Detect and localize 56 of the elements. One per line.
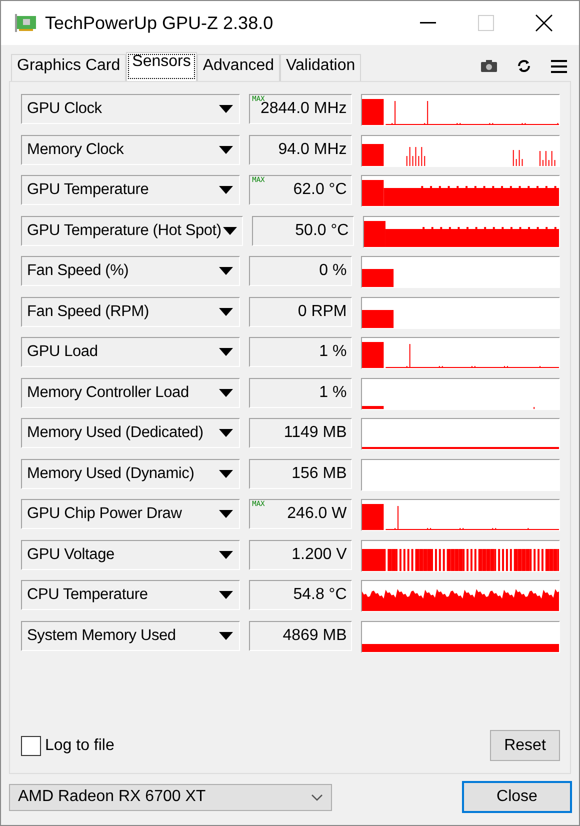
sensor-dropdown[interactable]: GPU Temperature (Hot Spot) xyxy=(21,216,243,246)
chevron-icon xyxy=(311,794,323,800)
sensor-dropdown[interactable]: Memory Clock xyxy=(21,134,240,164)
sensor-value: 1 % xyxy=(249,337,352,367)
sensor-dropdown[interactable]: GPU Load xyxy=(21,337,240,367)
caret-icon xyxy=(219,510,234,518)
tab[interactable]: Validation xyxy=(280,54,362,81)
sensor-value: 1 % xyxy=(249,378,352,408)
sensor-dropdown[interactable]: Fan Speed (RPM) xyxy=(21,296,240,326)
sensor-dropdown[interactable]: Memory Controller Load xyxy=(21,378,240,408)
sensor-value: 50.0 °C xyxy=(252,216,354,246)
graphics-card-icon xyxy=(15,14,37,32)
tab[interactable]: Advanced xyxy=(196,54,280,81)
tab[interactable]: Sensors xyxy=(126,52,197,81)
sensor-value: 54.8 °C xyxy=(249,580,352,610)
sensor-dropdown[interactable]: GPU Voltage xyxy=(21,540,240,570)
reset-button[interactable]: Reset xyxy=(490,730,560,761)
close-icon[interactable] xyxy=(535,14,553,32)
sensor-dropdown[interactable]: GPU Temperature xyxy=(21,175,240,205)
caret-icon xyxy=(219,267,234,275)
camera-icon[interactable] xyxy=(481,60,497,72)
caret-icon xyxy=(219,591,234,599)
refresh-icon[interactable] xyxy=(517,59,531,73)
caret-icon xyxy=(219,470,234,478)
sensor-value: 1.200 V xyxy=(249,540,352,570)
sensor-dropdown[interactable]: Fan Speed (%) xyxy=(21,256,240,286)
caret-icon xyxy=(219,146,234,154)
sensor-dropdown[interactable]: System Memory Used xyxy=(21,620,240,650)
caret-icon xyxy=(219,632,234,640)
caret-icon xyxy=(219,105,234,113)
checkbox[interactable] xyxy=(21,736,41,756)
caret-icon xyxy=(219,186,234,194)
caret-icon xyxy=(219,388,234,396)
window-title: TechPowerUp GPU-Z 2.38.0 xyxy=(45,12,274,34)
gpu-dropdown[interactable]: AMD Radeon RX 6700 XT xyxy=(9,784,332,810)
sensor-dropdown[interactable]: Memory Used (Dynamic) xyxy=(21,458,240,488)
checkbox-label: Log to file xyxy=(45,736,114,754)
sensor-value: 0 RPM xyxy=(249,296,352,326)
sensor-value: 4869 MB xyxy=(249,620,352,650)
sensor-value: 94.0 MHz xyxy=(249,134,352,164)
close-button[interactable]: Close xyxy=(462,781,572,813)
sensor-dropdown[interactable]: CPU Temperature xyxy=(21,580,240,610)
menu-icon[interactable] xyxy=(551,60,567,72)
caret-icon xyxy=(219,429,234,437)
caret-icon xyxy=(219,308,234,316)
sensor-dropdown[interactable]: GPU Chip Power Draw xyxy=(21,499,240,529)
minimize-icon[interactable] xyxy=(420,22,436,24)
sensor-value: 1149 MB xyxy=(249,418,352,448)
sensor-value: 0 % xyxy=(249,256,352,286)
caret-icon xyxy=(219,550,234,558)
caret-icon xyxy=(223,226,238,234)
sensor-value: 156 MB xyxy=(249,458,352,488)
tab[interactable]: Graphics Card xyxy=(11,54,126,81)
sensor-dropdown[interactable]: GPU Clock xyxy=(21,94,240,124)
sensor-dropdown[interactable]: Memory Used (Dedicated) xyxy=(21,418,240,448)
caret-icon xyxy=(219,348,234,356)
